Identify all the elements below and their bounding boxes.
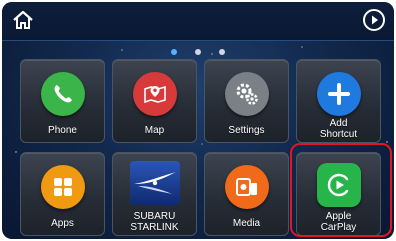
page-dot-1[interactable] — [170, 49, 177, 55]
app-tile-map[interactable]: Map — [112, 59, 197, 143]
phone-icon — [40, 72, 85, 116]
app-label: Add Shortcut — [319, 118, 358, 140]
app-label: Phone — [48, 125, 77, 136]
play-icon — [363, 9, 385, 31]
app-label: Apps — [51, 218, 74, 229]
page-dot-3[interactable] — [219, 49, 226, 55]
plus-icon — [316, 72, 361, 116]
app-tile-media[interactable]: Media — [204, 152, 289, 236]
grid-icon — [40, 165, 85, 209]
map-pin-icon — [132, 72, 177, 116]
gears-icon — [224, 72, 269, 116]
now-playing-button[interactable] — [362, 8, 386, 32]
app-label: SUBARU STARLINK — [130, 211, 179, 233]
home-button[interactable] — [10, 8, 36, 32]
app-tile-subaru-starlink[interactable]: SUBARU STARLINK — [112, 152, 197, 236]
app-tile-add-shortcut[interactable]: Add Shortcut — [296, 59, 381, 143]
home-icon — [13, 10, 33, 29]
top-bar — [2, 2, 394, 41]
page-dot-2[interactable] — [195, 49, 201, 55]
app-tile-phone[interactable]: Phone — [20, 59, 105, 143]
app-tile-settings[interactable]: Settings — [204, 59, 289, 143]
app-label: Settings — [228, 125, 265, 136]
app-label: Media — [232, 218, 261, 229]
media-icon — [224, 165, 269, 209]
app-tile-apps[interactable]: Apps — [20, 152, 105, 236]
starlink-logo — [129, 161, 180, 205]
page-indicator — [2, 42, 394, 60]
app-label: Map — [144, 125, 165, 136]
carplay-highlight-box — [290, 143, 392, 237]
